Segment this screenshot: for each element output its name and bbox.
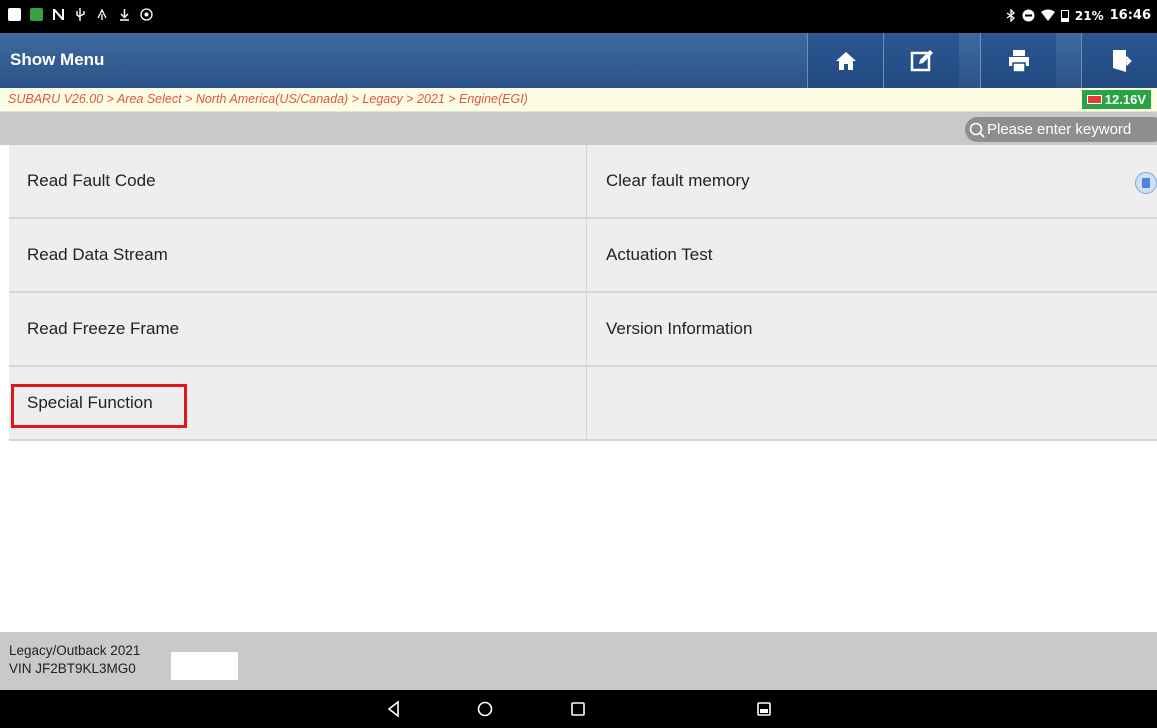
battery-voltage: 12.16V: [1104, 92, 1146, 107]
screenshot-button[interactable]: [754, 699, 774, 719]
menu-item-empty: [587, 367, 1157, 439]
edit-icon: [910, 49, 933, 71]
print-icon: [1008, 49, 1029, 73]
menu-row: Read Data Stream Actuation Test: [9, 219, 1157, 293]
android-status-bar: 21% 16:46: [0, 0, 1157, 33]
download-icon: [120, 9, 129, 21]
car-battery-icon: [1086, 95, 1102, 104]
function-menu: Read Fault Code Clear fault memory Read …: [9, 145, 1157, 441]
battery-percent: 21%: [1074, 8, 1104, 23]
back-icon: [387, 700, 399, 718]
android-debug-icon: [97, 8, 107, 20]
menu-item-read-freeze-frame[interactable]: Read Freeze Frame: [9, 293, 587, 365]
menu-item-read-fault-code[interactable]: Read Fault Code: [9, 145, 587, 217]
vehicle-info-bar: Legacy/Outback 2021 VIN JF2BT9KL3MG0: [0, 632, 1157, 690]
menu-row: Read Fault Code Clear fault memory: [9, 145, 1157, 219]
image-icon: [8, 8, 21, 21]
vehicle-model: Legacy/Outback 2021: [9, 643, 141, 658]
breadcrumb-path: SUBARU V26.00 > Area Select > North Amer…: [8, 92, 528, 106]
menu-item-clear-fault-memory[interactable]: Clear fault memory: [587, 145, 1157, 217]
dnd-icon: [1022, 9, 1035, 22]
battery-voltage-badge: 12.16V: [1081, 90, 1151, 109]
app2-icon: [140, 8, 153, 21]
menu-row: Read Freeze Frame Version Information: [9, 293, 1157, 367]
usb-icon: [76, 8, 85, 21]
battery-icon: [1060, 10, 1069, 22]
circle-home-icon: [477, 701, 493, 717]
search-placeholder: Please enter keyword: [987, 121, 1132, 138]
search-icon: [969, 122, 985, 138]
exit-icon: [1112, 49, 1132, 72]
menu-item-version-information[interactable]: Version Information: [587, 293, 1157, 365]
page-title: Show Menu: [10, 50, 105, 69]
menu-item-actuation-test[interactable]: Actuation Test: [587, 219, 1157, 291]
screenshot-icon: [757, 702, 771, 716]
edit-button[interactable]: [883, 33, 959, 88]
vehicle-vin: VIN JF2BT9KL3MG0: [9, 661, 136, 676]
app-icon: [30, 8, 43, 21]
home-button[interactable]: [807, 33, 883, 88]
home-nav-button[interactable]: [475, 699, 495, 719]
redaction-box: [171, 652, 238, 680]
n-icon: [53, 9, 64, 20]
exit-button[interactable]: [1081, 33, 1157, 88]
square-recents-icon: [571, 702, 585, 716]
menu-row: Special Function: [9, 367, 1157, 441]
bluetooth-icon: [1006, 9, 1015, 22]
notification-icons: [8, 8, 153, 21]
menu-item-special-function[interactable]: Special Function: [9, 367, 587, 439]
home-icon: [835, 51, 856, 70]
system-icons: 21% 16:46: [1006, 8, 1151, 23]
print-button[interactable]: [980, 33, 1056, 88]
menu-item-read-data-stream[interactable]: Read Data Stream: [9, 219, 587, 291]
highlight-box: [11, 384, 187, 428]
back-button[interactable]: [384, 699, 404, 719]
search-input[interactable]: Please enter keyword: [965, 117, 1157, 142]
document-help-icon[interactable]: [1135, 172, 1157, 194]
search-row: Please enter keyword: [0, 112, 1157, 145]
android-nav-bar: [0, 690, 1157, 728]
recents-button[interactable]: [568, 699, 588, 719]
wifi-icon: [1040, 9, 1055, 21]
clock: 16:46: [1109, 8, 1151, 23]
header-bar: Show Menu: [0, 33, 1157, 88]
breadcrumb: SUBARU V26.00 > Area Select > North Amer…: [0, 88, 1157, 112]
